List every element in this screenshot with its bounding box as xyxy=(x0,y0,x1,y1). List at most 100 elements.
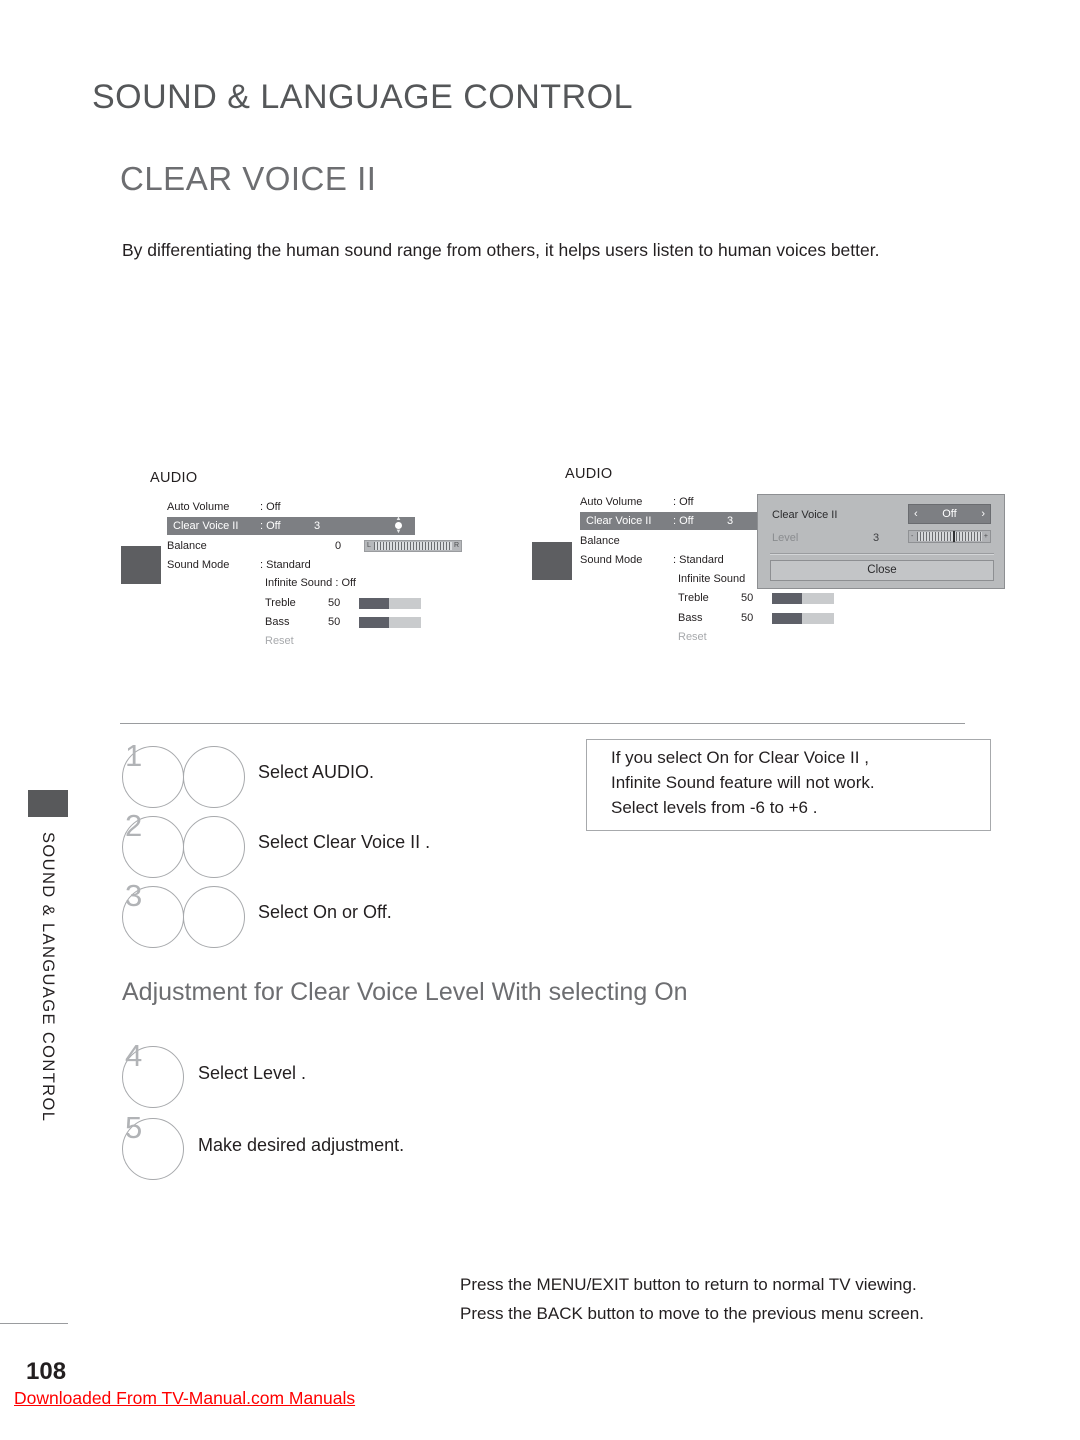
osd-right-label-treble: Treble xyxy=(678,592,709,604)
step-3-text: Select On or Off. xyxy=(258,902,392,922)
dialog-level-slider[interactable]: - + xyxy=(908,530,991,543)
note-line-2: Infinite Sound feature will not work. xyxy=(611,773,875,792)
osd-left-treble-bar[interactable] xyxy=(359,598,421,609)
osd-left-value-sound-mode: : Standard xyxy=(260,559,311,571)
osd-left-row-clear-voice[interactable]: Clear Voice II : Off 3 ▲ ▼ xyxy=(167,516,415,535)
osd-left-label-clear-voice: Clear Voice II xyxy=(173,520,239,532)
sub-heading: Adjustment for Clear Voice Level With se… xyxy=(122,978,688,1006)
slider-plus-icon[interactable]: + xyxy=(984,531,988,542)
osd-right-label-infinite-sound: Infinite Sound xyxy=(678,573,746,585)
step-5-text: Make desired adjustment. xyxy=(198,1135,405,1155)
osd-right-value-auto-volume: : Off xyxy=(673,496,694,508)
osd-right-row-balance[interactable]: Balance xyxy=(580,532,740,550)
chevron-left-icon[interactable]: ‹ xyxy=(914,505,918,523)
osd-right-number-bass: 50 xyxy=(741,612,754,624)
osd-right-row-reset[interactable]: Reset xyxy=(678,628,828,646)
side-tab-label: SOUND & LANGUAGE CONTROL xyxy=(39,832,57,1123)
osd-right-row-treble[interactable]: Treble 50 xyxy=(678,589,834,607)
osd-left-row-auto-volume[interactable]: Auto Volume : Off xyxy=(167,498,417,516)
step-4-number: 4 xyxy=(125,1038,143,1073)
clear-voice-dialog: Clear Voice II ‹ Off › Level 3 - + Close xyxy=(757,494,1005,589)
content-divider xyxy=(120,723,965,724)
slider-thumb[interactable] xyxy=(953,531,955,542)
osd-right-row-infinite-sound[interactable]: Infinite Sound xyxy=(678,570,748,588)
note-line-3: Select levels from -6 to +6 . xyxy=(611,798,818,817)
osd-left-row-sound-mode[interactable]: Sound Mode : Standard xyxy=(167,556,417,574)
step-3-circle-right xyxy=(183,886,245,948)
osd-left-row-balance[interactable]: Balance 0 L R xyxy=(167,537,462,555)
step-1-text: Select AUDIO. xyxy=(258,762,375,782)
chevron-right-icon[interactable]: › xyxy=(981,505,985,523)
osd-left-label-sound-mode: Sound Mode xyxy=(167,559,230,571)
osd-right-row-bass[interactable]: Bass 50 xyxy=(678,609,834,627)
osd-right-label-auto-volume: Auto Volume xyxy=(580,496,643,508)
osd-right-swatch xyxy=(532,542,572,580)
osd-left-number-treble: 50 xyxy=(328,597,341,609)
osd-left-knob-icon: ▲ ▼ xyxy=(395,516,402,535)
download-watermark[interactable]: Downloaded From TV-Manual.com Manuals xyxy=(14,1388,355,1409)
osd-right-title: AUDIO xyxy=(565,466,613,482)
dialog-title-clear-voice: Clear Voice II xyxy=(772,509,838,521)
balance-left-letter: L xyxy=(367,542,371,549)
step-2-text: Select Clear Voice II . xyxy=(258,832,431,852)
chapter-title: SOUND & LANGUAGE CONTROL xyxy=(92,78,633,116)
osd-right-bass-bar[interactable] xyxy=(772,613,834,624)
osd-left-balance-bar[interactable]: L R xyxy=(364,540,462,552)
osd-left-value-auto-volume: : Off xyxy=(260,501,281,513)
step-1-circle-right xyxy=(183,746,245,808)
osd-right-row-sound-mode[interactable]: Sound Mode : Standard xyxy=(580,551,750,569)
osd-left-number-balance: 0 xyxy=(335,540,342,552)
note-line-1: If you select On for Clear Voice II , xyxy=(611,748,869,767)
osd-right-label-reset: Reset xyxy=(678,631,707,643)
osd-left-swatch xyxy=(121,546,161,584)
osd-right-number-treble: 50 xyxy=(741,592,754,604)
osd-left-label-bass: Bass xyxy=(265,616,290,628)
step-2-circle-right xyxy=(183,816,245,878)
side-tab-block xyxy=(28,790,68,817)
osd-left-label-infinite-sound: Infinite Sound : Off xyxy=(265,577,356,589)
osd-right-value-clear-voice: : Off xyxy=(673,515,694,527)
page-number: 108 xyxy=(26,1358,67,1385)
osd-right-label-bass: Bass xyxy=(678,612,703,624)
step-2-number: 2 xyxy=(125,808,143,843)
osd-left-row-treble[interactable]: Treble 50 xyxy=(265,594,465,612)
osd-left-label-reset: Reset xyxy=(265,635,294,647)
step-4-text: Select Level . xyxy=(198,1063,307,1083)
step-1-number: 1 xyxy=(125,738,143,773)
osd-left-bass-bar[interactable] xyxy=(359,617,421,628)
osd-left-label-balance: Balance xyxy=(167,540,207,552)
dialog-level-label: Level xyxy=(772,532,799,544)
osd-left-number-bass: 50 xyxy=(328,616,341,628)
dialog-divider xyxy=(770,553,994,555)
osd-right-label-balance: Balance xyxy=(580,535,620,547)
footer-divider xyxy=(0,1323,68,1324)
osd-left-row-reset[interactable]: Reset xyxy=(265,632,465,650)
osd-left-row-infinite-sound[interactable]: Infinite Sound : Off xyxy=(265,574,465,592)
intro-paragraph: By differentiating the human sound range… xyxy=(122,240,880,260)
side-tab: SOUND & LANGUAGE CONTROL xyxy=(28,790,68,1122)
osd-right-row-clear-voice[interactable]: Clear Voice II : Off 3 xyxy=(580,512,780,530)
dialog-clear-voice-value: Off xyxy=(942,508,957,520)
osd-right-treble-bar[interactable] xyxy=(772,593,834,604)
step-5-number: 5 xyxy=(125,1110,143,1145)
note-box: If you select On for Clear Voice II , In… xyxy=(586,739,991,831)
dialog-clear-voice-selector[interactable]: ‹ Off › xyxy=(908,504,991,524)
balance-right-letter: R xyxy=(453,542,459,549)
osd-right-value-sound-mode: : Standard xyxy=(673,554,724,566)
section-title: CLEAR VOICE II xyxy=(120,160,377,197)
footer-line-1: Press the MENU/EXIT button to return to … xyxy=(460,1275,917,1294)
dialog-level-value: 3 xyxy=(873,532,880,544)
step-3-number: 3 xyxy=(125,878,143,913)
osd-left-label-auto-volume: Auto Volume xyxy=(167,501,230,513)
osd-left-title: AUDIO xyxy=(150,470,198,486)
osd-right-label-clear-voice: Clear Voice II xyxy=(586,515,652,527)
osd-left-label-treble: Treble xyxy=(265,597,296,609)
osd-right-label-sound-mode: Sound Mode xyxy=(580,554,643,566)
osd-right-number-clear-voice: 3 xyxy=(727,515,734,527)
dialog-close-button[interactable]: Close xyxy=(770,560,994,581)
osd-panel-right: AUDIO Auto Volume : Off Clear Voice II :… xyxy=(0,0,1080,1440)
osd-left-row-bass[interactable]: Bass 50 xyxy=(265,613,465,631)
osd-left-number-clear-voice: 3 xyxy=(314,520,321,532)
osd-left-value-clear-voice: : Off xyxy=(260,520,281,532)
slider-minus-icon[interactable]: - xyxy=(911,531,913,542)
